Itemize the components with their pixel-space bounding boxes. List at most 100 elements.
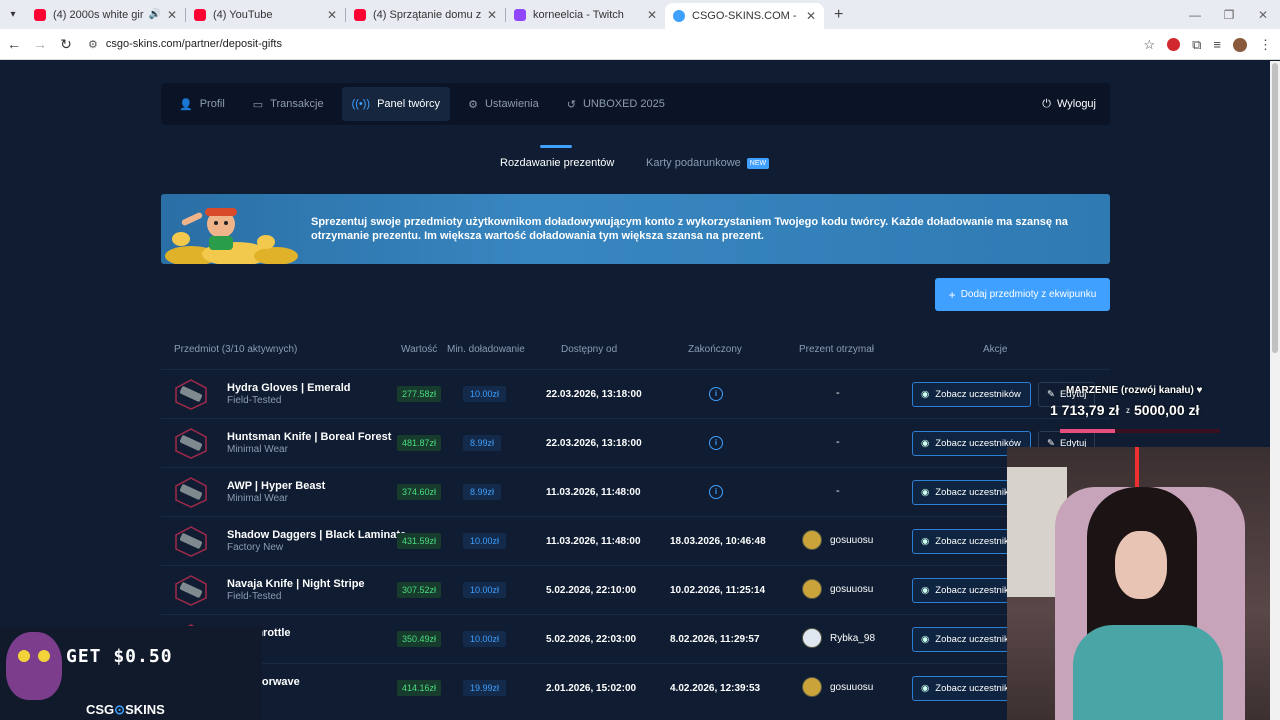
media-icon[interactable]: ≡	[1213, 37, 1221, 52]
bookmark-star-icon[interactable]: ☆	[1143, 37, 1155, 53]
extensions-puzzle-icon[interactable]: ⧉	[1192, 37, 1201, 53]
new-tab-icon[interactable]: +	[834, 6, 843, 24]
winner-empty: -	[836, 485, 840, 497]
tab-title: CSGO-SKINS.COM - Najlepsze	[692, 10, 800, 22]
add-items-label: Dodaj przedmioty z ekwipunku	[960, 289, 1097, 300]
item-value: 307.52zł	[397, 582, 442, 598]
maximize-icon[interactable]: ❐	[1212, 8, 1246, 22]
reload-icon[interactable]: ↻	[54, 36, 78, 53]
menu-item-creator-panel[interactable]: ((•)) Panel twórcy	[341, 87, 451, 121]
menu-item-transactions[interactable]: ▭ Transakcje	[243, 87, 334, 121]
gear-icon: ⚙	[468, 98, 478, 111]
logout-button[interactable]: ⏻ Wyloguj	[1042, 83, 1096, 125]
webcam-overlay	[1007, 447, 1280, 720]
winner[interactable]: gosuuosu	[802, 530, 873, 550]
goal-separator: z	[1126, 406, 1130, 415]
winner-avatar	[802, 628, 822, 648]
col-ended: Zakończony	[688, 344, 742, 355]
see-participants-button[interactable]: ◉ Zobacz uczestników	[912, 382, 1031, 407]
menu-item-unboxed[interactable]: ↺ UNBOXED 2025	[557, 87, 675, 121]
forward-icon[interactable]: →	[28, 36, 52, 52]
close-icon[interactable]: ✕	[167, 8, 177, 22]
item-value: 414.16zł	[397, 680, 442, 696]
menu-label: Transakcje	[270, 98, 324, 110]
add-items-button[interactable]: + Dodaj przedmioty z ekwipunku	[935, 278, 1110, 311]
winner[interactable]: Rybka_98	[802, 628, 875, 648]
item-thumbnail	[175, 575, 207, 606]
col-item: Przedmiot (3/10 aktywnych)	[174, 344, 298, 355]
browser-tab-3[interactable]: (4) Sprzątanie domu zbieracza ✕	[346, 0, 505, 29]
site-info-icon[interactable]: ⚙	[88, 38, 98, 51]
browser-tab-5[interactable]: CSGO-SKINS.COM - Najlepsze ✕	[665, 3, 824, 29]
info-icon[interactable]: i	[709, 436, 723, 450]
tab-gifts[interactable]: Rozdawanie prezentów	[500, 157, 614, 169]
browser-tab-4[interactable]: korneelcia - Twitch ✕	[506, 0, 665, 29]
table-header: Przedmiot (3/10 aktywnych) Wartość Min. …	[161, 339, 1110, 359]
url-field[interactable]: ⚙ csgo-skins.com/partner/deposit-gifts	[88, 38, 282, 51]
more-menu-icon[interactable]: ⋮	[1259, 37, 1272, 53]
eye-icon: ◉	[921, 585, 930, 596]
page-scrollbar[interactable]	[1270, 61, 1280, 720]
col-value: Wartość	[401, 344, 438, 355]
close-icon[interactable]: ✕	[647, 8, 657, 22]
info-icon[interactable]: i	[709, 387, 723, 401]
winner-avatar	[802, 579, 822, 599]
close-icon[interactable]: ✕	[327, 8, 337, 22]
menu-label: UNBOXED 2025	[582, 98, 665, 110]
streamer-face	[1115, 531, 1167, 599]
see-label: Zobacz uczestników	[935, 389, 1021, 400]
info-icon[interactable]: i	[709, 485, 723, 499]
new-badge: NEW	[746, 157, 770, 169]
col-winner: Prezent otrzymał	[799, 344, 875, 355]
profile-avatar[interactable]	[1233, 37, 1247, 52]
winner[interactable]: gosuuosu	[802, 579, 873, 599]
youtube-icon	[194, 8, 206, 21]
available-from: 11.03.2026, 11:48:00	[546, 487, 641, 498]
address-bar: ← → ↻ ⚙ csgo-skins.com/partner/deposit-g…	[0, 29, 1280, 60]
close-icon[interactable]: ✕	[487, 8, 497, 22]
tab-gift-cards[interactable]: Karty podarunkowe NEW	[646, 157, 770, 169]
item-wear: Field-Tested	[227, 591, 282, 602]
back-icon[interactable]: ←	[2, 36, 26, 52]
col-min-deposit: Min. doładowanie	[447, 344, 525, 355]
eye-icon: ◉	[921, 389, 930, 400]
promo-brand-b: SKINS	[125, 702, 165, 717]
item-thumbnail	[175, 526, 207, 557]
available-from: 11.03.2026, 11:48:00	[546, 536, 641, 547]
active-tab-indicator	[540, 145, 572, 148]
minimize-icon[interactable]: —	[1178, 8, 1212, 22]
min-deposit: 10.00zł	[463, 533, 507, 549]
min-deposit: 10.00zł	[463, 582, 507, 598]
donation-goal-overlay: MARZENIE (rozwój kanału) ♥ 1 713,79 zł z…	[1050, 383, 1220, 433]
tab-gift-cards-label: Karty podarunkowe	[646, 157, 741, 169]
winner[interactable]: gosuuosu	[802, 677, 873, 697]
logout-label: Wyloguj	[1056, 98, 1096, 110]
table-row: Navaja Knife | Night Stripe Field-Tested 3…	[161, 565, 1110, 614]
promo-brand-a: CSG	[86, 702, 115, 717]
wallet-icon: ▭	[252, 98, 264, 111]
item-thumbnail	[175, 428, 207, 459]
eye-icon: ◉	[921, 438, 930, 449]
item-thumbnail	[175, 477, 207, 508]
col-actions: Akcje	[983, 344, 1008, 355]
table-row: Full Throttleested350.49zł10.00zł5.02.20…	[161, 614, 1110, 663]
mascot-eye	[18, 650, 30, 662]
item-name: Shadow Daggers | Black Laminate	[227, 529, 407, 541]
menu-item-profile[interactable]: 👤 Profil	[169, 87, 235, 121]
tab-search-icon[interactable]: ▾	[0, 0, 26, 29]
item-wear: Factory New	[227, 542, 284, 553]
table-row: 5 | Vaporwaveested414.16zł19.99zł2.01.20…	[161, 663, 1110, 712]
browser-tab-2[interactable]: (4) YouTube ✕	[186, 0, 345, 29]
item-value: 374.60zł	[397, 484, 442, 500]
eye-icon: ◉	[921, 536, 930, 547]
speaker-icon[interactable]: 🔊	[148, 9, 160, 20]
menu-item-settings[interactable]: ⚙ Ustawienia	[458, 87, 549, 121]
winner-name: gosuuosu	[830, 583, 874, 595]
extension-icon[interactable]	[1167, 38, 1181, 51]
scrollbar-thumb[interactable]	[1272, 63, 1278, 353]
close-window-icon[interactable]: ✕	[1246, 8, 1280, 22]
item-wear: Minimal Wear	[227, 444, 288, 455]
close-icon[interactable]: ✕	[806, 9, 816, 23]
browser-tab-1[interactable]: (4) 2000s white girl club/pa 🔊 ✕	[26, 0, 185, 29]
promo-get-text: GET $0.50	[66, 646, 173, 667]
